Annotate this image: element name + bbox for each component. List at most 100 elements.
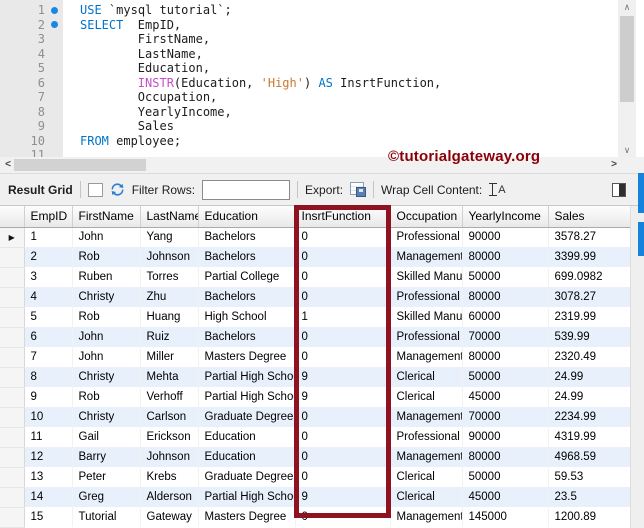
table-cell[interactable]: Rob	[72, 247, 141, 267]
table-cell[interactable]: 59.53	[548, 467, 630, 487]
table-cell[interactable]: Masters Degree	[198, 347, 296, 367]
column-header-insrtfunction[interactable]: InsrtFunction	[295, 206, 391, 228]
table-cell[interactable]: Peter	[72, 467, 141, 487]
table-cell[interactable]: 60000	[462, 307, 549, 327]
table-cell[interactable]: 10	[24, 407, 73, 427]
code-line[interactable]: 3 FirstName,	[0, 32, 618, 47]
table-cell[interactable]: 9	[295, 487, 391, 507]
table-cell[interactable]: 8	[24, 367, 73, 387]
table-cell[interactable]: Ruiz	[140, 327, 199, 347]
row-selector[interactable]	[0, 427, 25, 448]
editor-scrollbar-thumb[interactable]	[620, 16, 634, 102]
table-cell[interactable]: 0	[295, 247, 391, 267]
table-cell[interactable]: 90000	[462, 427, 549, 447]
table-cell[interactable]: 3	[24, 267, 73, 287]
table-cell[interactable]: 23.5	[548, 487, 630, 507]
table-cell[interactable]: 9	[295, 387, 391, 407]
table-cell[interactable]: Graduate Degree	[198, 467, 296, 487]
table-row[interactable]: 3 Ruben Torres Partial College 0 Skilled Manu…	[0, 267, 630, 288]
table-cell[interactable]: John	[72, 327, 141, 347]
table-cell[interactable]: 12	[24, 447, 73, 467]
table-cell[interactable]: Rob	[72, 307, 141, 327]
grid-scrollbar-thumb[interactable]	[638, 222, 644, 256]
table-cell[interactable]: 539.99	[548, 327, 630, 347]
table-cell[interactable]: 24.99	[548, 367, 630, 387]
table-cell[interactable]: 13	[24, 467, 73, 487]
table-cell[interactable]: 2	[24, 247, 73, 267]
row-selector[interactable]	[0, 487, 25, 508]
table-cell[interactable]: 145000	[462, 507, 549, 527]
table-cell[interactable]: Ruben	[72, 267, 141, 287]
table-row[interactable]: 5RobHuangHigh School1Skilled Manual60000…	[0, 307, 630, 328]
row-selector[interactable]	[0, 387, 25, 408]
code-line[interactable]: 7 Occupation,	[0, 90, 618, 105]
table-cell[interactable]: 0	[295, 227, 391, 247]
column-header-sales[interactable]: Sales	[548, 206, 630, 228]
row-selector[interactable]	[0, 447, 25, 468]
table-cell[interactable]: Clerical	[390, 467, 463, 487]
table-cell[interactable]: Zhu	[140, 287, 199, 307]
table-cell[interactable]: Management	[390, 447, 463, 467]
table-cell[interactable]: Alderson	[140, 487, 199, 507]
row-selector[interactable]	[0, 247, 25, 268]
refresh-icon[interactable]	[110, 182, 125, 197]
table-cell[interactable]: 7	[24, 347, 73, 367]
table-cell[interactable]: 4968.59	[548, 447, 630, 467]
table-cell[interactable]: Krebs	[140, 467, 199, 487]
table-cell[interactable]: 3399.99	[548, 247, 630, 267]
table-cell[interactable]: 0	[295, 507, 391, 527]
table-cell[interactable]: Christy	[72, 287, 141, 307]
column-header-yearlyincome[interactable]: YearlyIncome	[462, 206, 549, 228]
table-cell[interactable]: 80000	[462, 247, 549, 267]
table-row[interactable]: 13 Peter Krebs Graduate Degree 0 Clerical 5000…	[0, 467, 630, 488]
row-selector[interactable]	[0, 287, 25, 308]
table-cell[interactable]: High School	[198, 307, 296, 327]
table-cell[interactable]: Rob	[72, 387, 141, 407]
row-selector[interactable]	[0, 267, 25, 288]
table-cell[interactable]: 0	[295, 267, 391, 287]
side-panel-toggle-icon[interactable]	[612, 182, 626, 197]
table-cell[interactable]: Barry	[72, 447, 141, 467]
table-cell[interactable]: Professional	[390, 287, 463, 307]
code-line[interactable]: 4 LastName,	[0, 47, 618, 62]
table-cell[interactable]: 5	[24, 307, 73, 327]
table-cell[interactable]: 9	[24, 387, 73, 407]
table-cell[interactable]: Professional	[390, 227, 463, 247]
filter-rows-input[interactable]	[202, 179, 291, 200]
table-row[interactable]: 2 Rob Johnson Bachelors 0 Management 80000 3399…	[0, 247, 630, 268]
table-cell[interactable]: 80000	[462, 447, 549, 467]
table-cell[interactable]: Management	[390, 507, 463, 527]
table-cell[interactable]: 50000	[462, 467, 549, 487]
table-cell[interactable]: Skilled Manual	[390, 307, 463, 327]
table-cell[interactable]: Huang	[140, 307, 199, 327]
table-cell[interactable]: Bachelors	[198, 327, 296, 347]
table-cell[interactable]: Johnson	[140, 247, 199, 267]
table-cell[interactable]: Professional	[390, 327, 463, 347]
table-row[interactable]: ▶ 1 John Yang Bachelors 0 Professional 90000 357…	[0, 227, 630, 248]
code-line[interactable]: 2 SELECT EmpID,	[0, 18, 618, 33]
table-row[interactable]: 8 Christy Mehta Partial High School 9 Clerica…	[0, 367, 630, 388]
table-cell[interactable]: Tutorial	[72, 507, 141, 527]
column-header-empid[interactable]: EmpID	[24, 206, 73, 228]
row-selector[interactable]	[0, 467, 25, 488]
table-cell[interactable]: Christy	[72, 407, 141, 427]
table-cell[interactable]: Bachelors	[198, 247, 296, 267]
table-cell[interactable]: 3578.27	[548, 227, 630, 247]
table-cell[interactable]: 699.0982	[548, 267, 630, 287]
table-cell[interactable]: Johnson	[140, 447, 199, 467]
table-cell[interactable]: Christy	[72, 367, 141, 387]
table-cell[interactable]: 50000	[462, 267, 549, 287]
column-header-occupation[interactable]: Occupation	[390, 206, 463, 228]
scroll-right-icon[interactable]: >	[608, 157, 620, 173]
table-cell[interactable]: 90000	[462, 227, 549, 247]
table-cell[interactable]: Miller	[140, 347, 199, 367]
table-cell[interactable]: Management	[390, 407, 463, 427]
row-selector[interactable]: ▶	[0, 227, 25, 248]
table-cell[interactable]: Partial High School	[198, 387, 296, 407]
table-cell[interactable]: 0	[295, 347, 391, 367]
table-cell[interactable]: Gail	[72, 427, 141, 447]
table-cell[interactable]: Education	[198, 427, 296, 447]
table-cell[interactable]: 0	[295, 327, 391, 347]
table-cell[interactable]: Yang	[140, 227, 199, 247]
table-cell[interactable]: Mehta	[140, 367, 199, 387]
